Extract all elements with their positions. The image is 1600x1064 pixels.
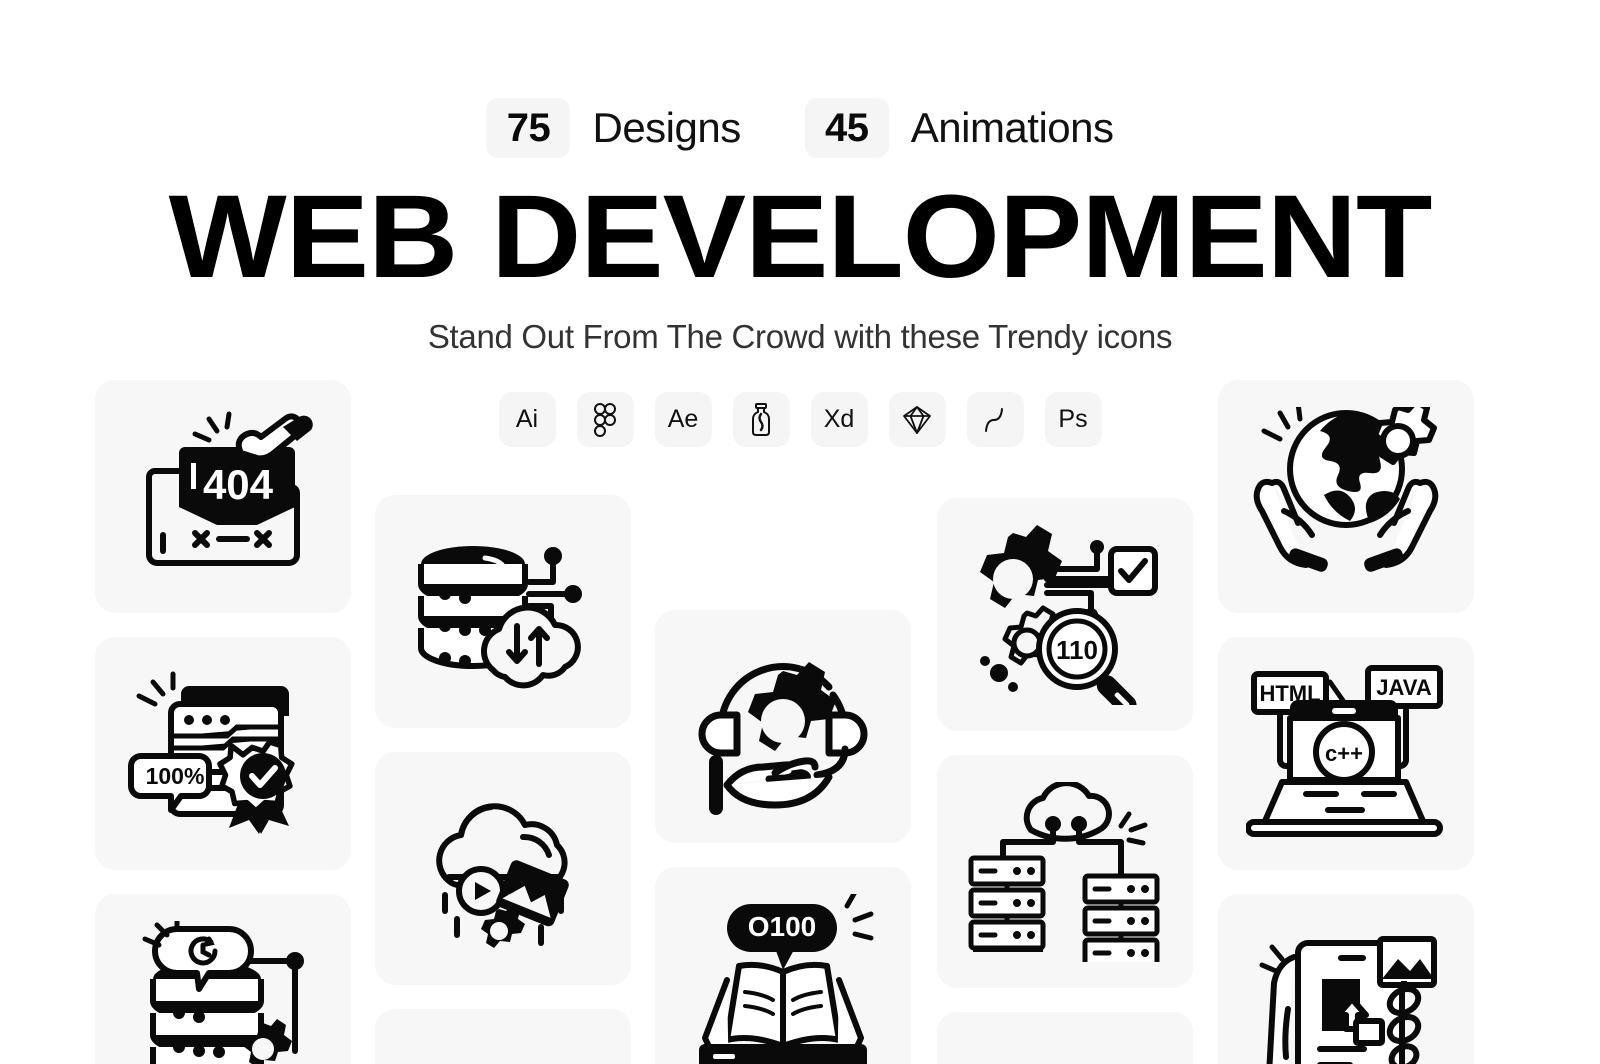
honey-jar-icon[interactable] [732,392,790,447]
badge-label-ae: Ae [667,405,699,433]
stat-designs: 75 Designs [486,98,741,158]
stats-row: 75 Designs 45 Animations [0,98,1600,158]
error-code-text: 404 [203,461,274,508]
knowledge-book-icon[interactable]: O100 [655,867,911,1064]
adobe-after-effects-icon[interactable]: Ae [654,392,712,447]
error-404-folder-icon[interactable]: 404 [95,380,351,613]
figma-icon[interactable] [576,392,634,447]
empty-card-col4[interactable] [937,1012,1193,1064]
badge-label-xd: Xd [823,405,855,433]
cloud-media-gear-icon[interactable] [375,752,631,985]
poster-root: 75 Designs 45 Animations WEB DEVELOPMENT… [0,0,1600,1064]
responsive-mobile-icon[interactable] [1218,894,1474,1064]
server-cloud-network-icon[interactable] [937,755,1193,988]
page-subtitle: Stand Out From The Crowd with these Tren… [427,318,1173,355]
database-cloud-sync-icon[interactable] [375,495,631,728]
quality-percent-text: 100% [146,763,205,789]
stat-animations: 45 Animations [804,98,1114,158]
lang-java-text: JAVA [1376,675,1432,700]
quality-certificate-icon[interactable]: 100% [95,637,351,870]
adobe-photoshop-icon[interactable]: Ps [1044,392,1102,447]
page-title: WEB DEVELOPMENT [168,171,1433,303]
code-optimization-icon[interactable]: 110 [937,498,1193,731]
database-history-icon[interactable] [95,894,351,1064]
lottie-curve-icon[interactable] [966,392,1024,447]
global-web-hands-icon[interactable] [1218,380,1474,613]
badge-label-ps: Ps [1058,405,1088,433]
binary-search-text: 110 [1056,635,1098,665]
lang-cpp-text: c++ [1325,741,1363,766]
programming-languages-icon[interactable]: HTML JAVA c++ [1218,637,1474,870]
adobe-xd-icon[interactable]: Xd [810,392,868,447]
empty-card-col2[interactable] [375,1009,631,1064]
animations-count: 45 [804,98,889,158]
book-code-text: O100 [748,911,817,942]
designs-count: 75 [486,98,571,158]
designs-label: Designs [592,104,741,151]
tech-support-headset-icon[interactable] [655,610,911,843]
adobe-illustrator-icon[interactable]: Ai [498,392,556,447]
animations-label: Animations [910,104,1114,151]
sketch-icon[interactable] [888,392,946,447]
badge-label-ai: Ai [515,405,539,433]
